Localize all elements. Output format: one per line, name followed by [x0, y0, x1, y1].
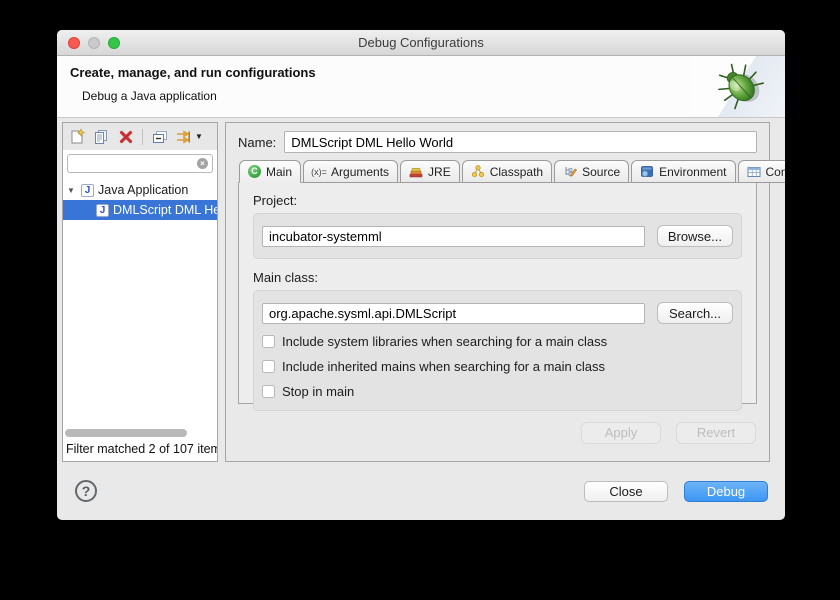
tab-arguments[interactable]: (x)= Arguments: [303, 160, 398, 183]
filter-configurations-icon: [175, 129, 192, 145]
header-subtitle: Debug a Java application: [82, 89, 217, 103]
delete-configuration-button[interactable]: [116, 127, 135, 146]
window-title: Debug Configurations: [358, 35, 484, 50]
new-configuration-icon: [69, 128, 86, 145]
delete-configuration-icon: [118, 129, 134, 145]
debug-configurations-dialog: Debug Configurations Create, manage, and…: [57, 30, 785, 520]
tree-item-dmlscript[interactable]: J DMLScript DML Hello World: [63, 200, 217, 220]
checkbox-row-inherited-mains: Include inherited mains when searching f…: [262, 359, 733, 374]
collapse-all-button[interactable]: [150, 127, 169, 146]
classpath-icon: [471, 165, 485, 178]
checkbox-row-system-libraries: Include system libraries when searching …: [262, 334, 733, 349]
minimize-window-button: [88, 37, 100, 49]
browse-button[interactable]: Browse...: [657, 225, 733, 247]
collapse-all-icon: [151, 129, 168, 145]
tab-main[interactable]: C Main: [239, 160, 301, 183]
filter-configurations-button[interactable]: [174, 127, 193, 146]
tab-label: Classpath: [490, 165, 543, 179]
configuration-name-input[interactable]: [284, 131, 757, 153]
project-group: Browse...: [253, 213, 742, 259]
clear-search-icon[interactable]: ×: [197, 158, 208, 169]
help-button[interactable]: ?: [75, 480, 97, 502]
tree-item-java-application[interactable]: ▼ J Java Application: [63, 180, 217, 200]
run-main-icon: C: [248, 165, 261, 178]
project-label: Project:: [253, 193, 742, 208]
include-system-libraries-checkbox[interactable]: [262, 335, 275, 348]
tab-environment[interactable]: Environment: [631, 160, 735, 183]
disclosure-triangle-icon[interactable]: ▼: [67, 186, 77, 195]
tree-item-label: Java Application: [98, 183, 188, 197]
checkbox-label: Include system libraries when searching …: [282, 334, 607, 349]
close-button[interactable]: Close: [584, 481, 668, 502]
filter-status-text: Filter matched 2 of 107 item: [63, 440, 217, 461]
question-mark-icon: ?: [82, 483, 91, 499]
apply-revert-row: Apply Revert: [238, 404, 757, 461]
main-class-group: Search... Include system libraries when …: [253, 290, 742, 411]
tab-label: Main: [266, 165, 292, 179]
header-artwork: [689, 56, 785, 117]
tab-source[interactable]: Source: [554, 160, 629, 183]
checkbox-label: Include inherited mains when searching f…: [282, 359, 605, 374]
scrollbar-thumb[interactable]: [65, 429, 187, 437]
configurations-tree: ▼ J Java Application J DMLScript DML Hel…: [63, 177, 217, 427]
traffic-lights: [68, 37, 120, 49]
dialog-footer: ? Close Debug: [57, 462, 785, 520]
sidebar-toolbar: ▼: [63, 123, 217, 150]
tree-horizontal-scrollbar[interactable]: [63, 427, 217, 440]
configuration-detail-panel: Name: C Main (x)= Arguments: [225, 122, 770, 462]
tab-common[interactable]: Common: [738, 160, 786, 183]
duplicate-configuration-icon: [93, 128, 110, 145]
java-application-icon: J: [81, 184, 94, 197]
tab-label: JRE: [428, 165, 451, 179]
close-window-button[interactable]: [68, 37, 80, 49]
source-icon: [563, 165, 577, 178]
revert-button[interactable]: Revert: [676, 422, 756, 444]
jre-icon: [409, 165, 423, 178]
duplicate-configuration-button[interactable]: [92, 127, 111, 146]
arguments-icon: (x)=: [312, 165, 326, 178]
configuration-filter-row: ×: [63, 150, 217, 177]
include-inherited-mains-checkbox[interactable]: [262, 360, 275, 373]
tab-label: Arguments: [331, 165, 389, 179]
toolbar-separator: [142, 129, 143, 145]
search-button[interactable]: Search...: [657, 302, 733, 324]
screen-background: Debug Configurations Create, manage, and…: [0, 0, 840, 600]
apply-button[interactable]: Apply: [581, 422, 661, 444]
bug-icon: [689, 56, 785, 117]
environment-icon: [640, 165, 654, 178]
tab-jre[interactable]: JRE: [400, 160, 460, 183]
tree-item-label: DMLScript DML Hello World: [113, 203, 217, 217]
main-class-label: Main class:: [253, 270, 742, 285]
tab-label: Common: [766, 165, 786, 179]
debug-button[interactable]: Debug: [684, 481, 768, 502]
new-configuration-button[interactable]: [68, 127, 87, 146]
java-application-icon: J: [96, 204, 109, 217]
tab-label: Source: [582, 165, 620, 179]
tab-classpath[interactable]: Classpath: [462, 160, 552, 183]
tab-label: Environment: [659, 165, 726, 179]
filter-search-input[interactable]: [67, 154, 213, 173]
filter-dropdown-arrow-icon[interactable]: ▼: [195, 132, 203, 141]
main-class-input[interactable]: [262, 303, 645, 324]
common-icon: [747, 165, 761, 178]
dialog-body: ▼ × ▼ J Java Application J DMLScript DML…: [57, 118, 785, 462]
name-row: Name:: [238, 131, 757, 153]
name-label: Name:: [238, 135, 276, 150]
checkbox-label: Stop in main: [282, 384, 354, 399]
tab-bar: C Main (x)= Arguments: [238, 160, 757, 183]
stop-in-main-checkbox[interactable]: [262, 385, 275, 398]
configurations-sidebar: ▼ × ▼ J Java Application J DMLScript DML…: [62, 122, 218, 462]
zoom-window-button[interactable]: [108, 37, 120, 49]
checkbox-row-stop-in-main: Stop in main: [262, 384, 733, 399]
dialog-header: Create, manage, and run configurations D…: [57, 56, 785, 118]
title-bar[interactable]: Debug Configurations: [57, 30, 785, 56]
header-title: Create, manage, and run configurations: [70, 65, 316, 80]
main-tab-content: Project: Browse... Main class: Search...: [238, 182, 757, 404]
project-input[interactable]: [262, 226, 645, 247]
